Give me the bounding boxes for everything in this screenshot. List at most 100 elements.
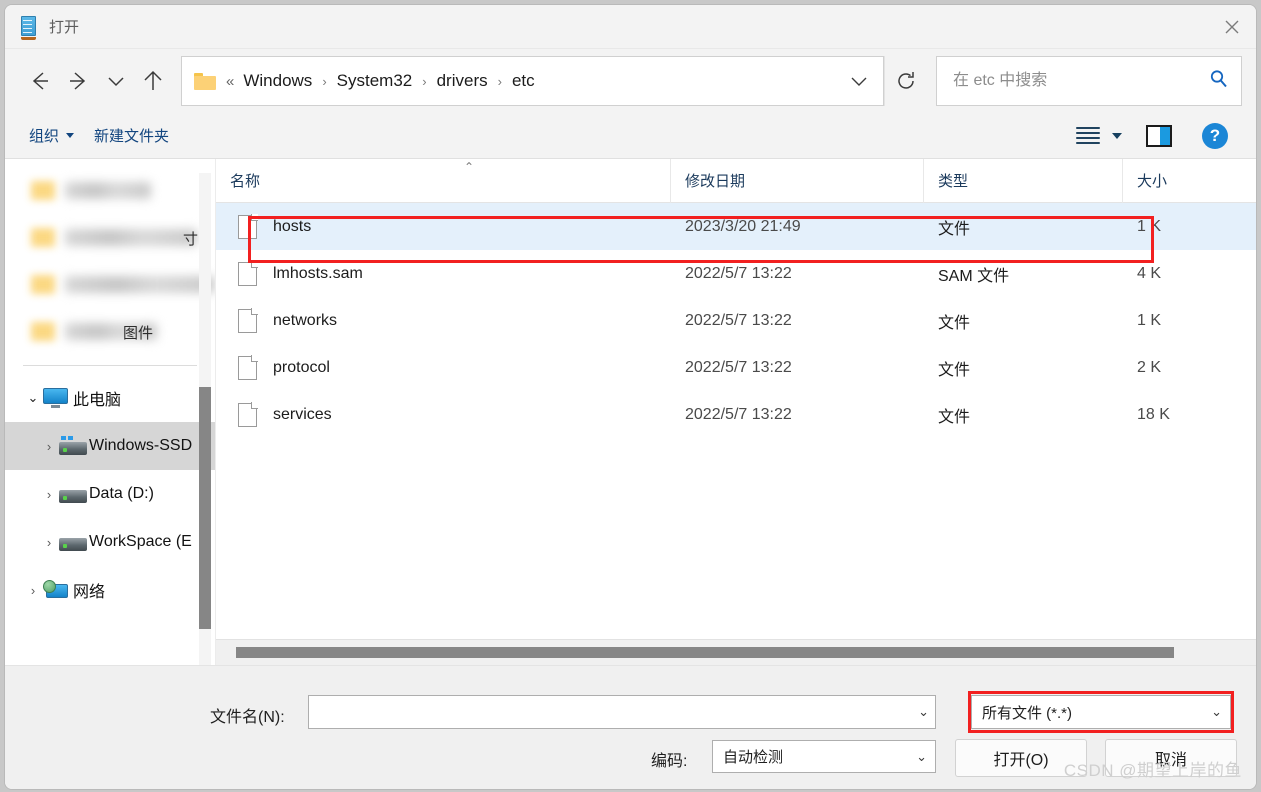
- sidebar-item-redacted-4[interactable]: 图件: [5, 308, 215, 355]
- close-button[interactable]: [1208, 5, 1256, 49]
- filename-field[interactable]: ⌄: [308, 695, 936, 729]
- file-name: hosts: [273, 217, 312, 235]
- organize-button[interactable]: 组织: [19, 119, 84, 152]
- folder-icon: [31, 228, 55, 247]
- breadcrumb-item-drivers[interactable]: drivers: [434, 69, 491, 93]
- navigation-bar: « Windows › System32 › drivers › etc: [5, 49, 1256, 113]
- search-icon: [1208, 68, 1229, 94]
- address-dropdown-button[interactable]: [841, 61, 877, 101]
- cell-date: 2022/5/7 13:22: [685, 405, 792, 423]
- chevron-down-icon[interactable]: ⌄: [23, 390, 43, 406]
- cell-name: protocol: [216, 354, 671, 380]
- help-button[interactable]: ?: [1188, 117, 1242, 155]
- table-row[interactable]: networks 2022/5/7 13:22 文件 1 K: [216, 297, 1256, 344]
- column-header-type[interactable]: 类型: [924, 158, 1123, 203]
- chevron-down-icon[interactable]: ⌄: [910, 704, 929, 720]
- column-header-label: 类型: [938, 173, 969, 190]
- computer-icon: [43, 388, 73, 408]
- chevron-right-icon[interactable]: ›: [39, 439, 59, 454]
- notepad-icon: [19, 15, 39, 40]
- open-file-dialog: 打开 « Windows › System32 › drivers › etc …: [4, 4, 1257, 790]
- sidebar-item-redacted-2[interactable]: 寸: [5, 214, 215, 261]
- encoding-select[interactable]: 自动检测 ⌄: [712, 740, 936, 773]
- sort-ascending-icon: ⌃: [464, 159, 475, 174]
- sidebar-item-label: WorkSpace (E: [89, 533, 192, 550]
- navigation-sidebar: 寸 图件 ⌄ 此电脑 › Windows-SSD › Data (D:) › W…: [5, 159, 216, 665]
- help-icon: ?: [1202, 122, 1228, 149]
- file-icon: [238, 401, 258, 427]
- column-header-label: 修改日期: [685, 173, 746, 190]
- folder-icon: [31, 181, 55, 200]
- cell-size: 1 K: [1137, 311, 1162, 329]
- file-icon: [238, 354, 258, 380]
- cell-name: hosts: [216, 213, 671, 239]
- refresh-button[interactable]: [884, 56, 926, 106]
- encoding-value: 自动检测: [723, 749, 784, 766]
- window-title: 打开: [49, 19, 80, 36]
- drive-icon: [59, 534, 89, 551]
- chevron-right-icon[interactable]: ›: [23, 583, 43, 598]
- cell-date: 2022/5/7 13:22: [685, 358, 792, 376]
- table-row[interactable]: protocol 2022/5/7 13:22 文件 2 K: [216, 344, 1256, 391]
- sidebar-item-data-d[interactable]: › Data (D:): [5, 470, 215, 518]
- sidebar-item-redacted-3[interactable]: [5, 261, 215, 308]
- sidebar-item-glyph: 图件: [123, 325, 154, 342]
- file-name: networks: [273, 311, 338, 329]
- search-box[interactable]: [936, 56, 1242, 106]
- sidebar-item-label: [65, 229, 197, 246]
- command-bar-right: ?: [1068, 117, 1242, 155]
- sidebar-item-label: 网络: [73, 584, 106, 601]
- view-options-button[interactable]: [1068, 121, 1130, 150]
- cell-date: 2022/5/7 13:22: [685, 264, 792, 282]
- chevron-down-icon: [66, 133, 75, 138]
- sidebar-item-glyph: 寸: [183, 231, 199, 248]
- breadcrumb-item-windows[interactable]: Windows: [240, 69, 315, 93]
- breadcrumb-separator: ›: [422, 73, 427, 89]
- sidebar-item-workspace-e[interactable]: › WorkSpace (E: [5, 518, 215, 566]
- sidebar-item-label: [65, 276, 215, 293]
- table-row[interactable]: lmhosts.sam 2022/5/7 13:22 SAM 文件 4 K: [216, 250, 1256, 297]
- breadcrumb: « Windows › System32 › drivers › etc: [226, 69, 841, 93]
- chevron-right-icon[interactable]: ›: [39, 535, 59, 550]
- sidebar-item-windows-ssd[interactable]: › Windows-SSD: [5, 422, 215, 470]
- filename-input[interactable]: [319, 702, 911, 722]
- new-folder-button[interactable]: 新建文件夹: [84, 119, 179, 152]
- chevron-right-icon[interactable]: ›: [39, 487, 59, 502]
- organize-label: 组织: [29, 128, 60, 145]
- recent-locations-button[interactable]: [99, 61, 133, 101]
- cell-name: services: [216, 401, 671, 427]
- sidebar-item-label: 此电脑: [73, 392, 122, 409]
- forward-button[interactable]: [59, 61, 99, 101]
- cell-name: lmhosts.sam: [216, 260, 671, 286]
- file-icon: [238, 213, 258, 239]
- back-button[interactable]: [19, 61, 59, 101]
- table-row[interactable]: services 2022/5/7 13:22 文件 18 K: [216, 391, 1256, 438]
- chevron-down-icon: ⌄: [916, 748, 927, 764]
- sidebar-item-network[interactable]: › 网络: [5, 566, 215, 614]
- file-icon: [238, 307, 258, 333]
- horizontal-scrollbar-track[interactable]: [216, 639, 1256, 665]
- cell-name: networks: [216, 307, 671, 333]
- address-bar[interactable]: « Windows › System32 › drivers › etc: [181, 56, 884, 106]
- arrow-up-icon: [144, 70, 162, 90]
- sidebar-scrollbar-thumb[interactable]: [199, 387, 211, 629]
- table-row[interactable]: hosts 2023/3/20 21:49 文件 1 K: [216, 203, 1256, 250]
- cell-size: 2 K: [1137, 358, 1162, 376]
- file-type-filter-select[interactable]: 所有文件 (*.*) ⌄: [971, 695, 1231, 729]
- breadcrumb-item-system32[interactable]: System32: [334, 69, 416, 93]
- cell-size: 4 K: [1137, 264, 1162, 282]
- file-type-filter-value: 所有文件 (*.*): [982, 704, 1073, 722]
- cell-type: 文件: [938, 408, 971, 426]
- column-header-name[interactable]: 名称 ⌃: [216, 158, 671, 203]
- file-name: lmhosts.sam: [273, 264, 363, 282]
- preview-pane-button[interactable]: [1132, 119, 1186, 153]
- sidebar-item-this-pc[interactable]: ⌄ 此电脑: [5, 374, 215, 422]
- breadcrumb-item-etc[interactable]: etc: [509, 69, 538, 93]
- up-button[interactable]: [133, 61, 173, 101]
- horizontal-scrollbar-thumb[interactable]: [236, 647, 1174, 658]
- column-header-date[interactable]: 修改日期: [671, 158, 924, 203]
- breadcrumb-overflow[interactable]: «: [226, 73, 234, 90]
- column-header-size[interactable]: 大小: [1123, 159, 1256, 203]
- sidebar-item-redacted-1[interactable]: [5, 167, 215, 214]
- search-input[interactable]: [951, 71, 1202, 91]
